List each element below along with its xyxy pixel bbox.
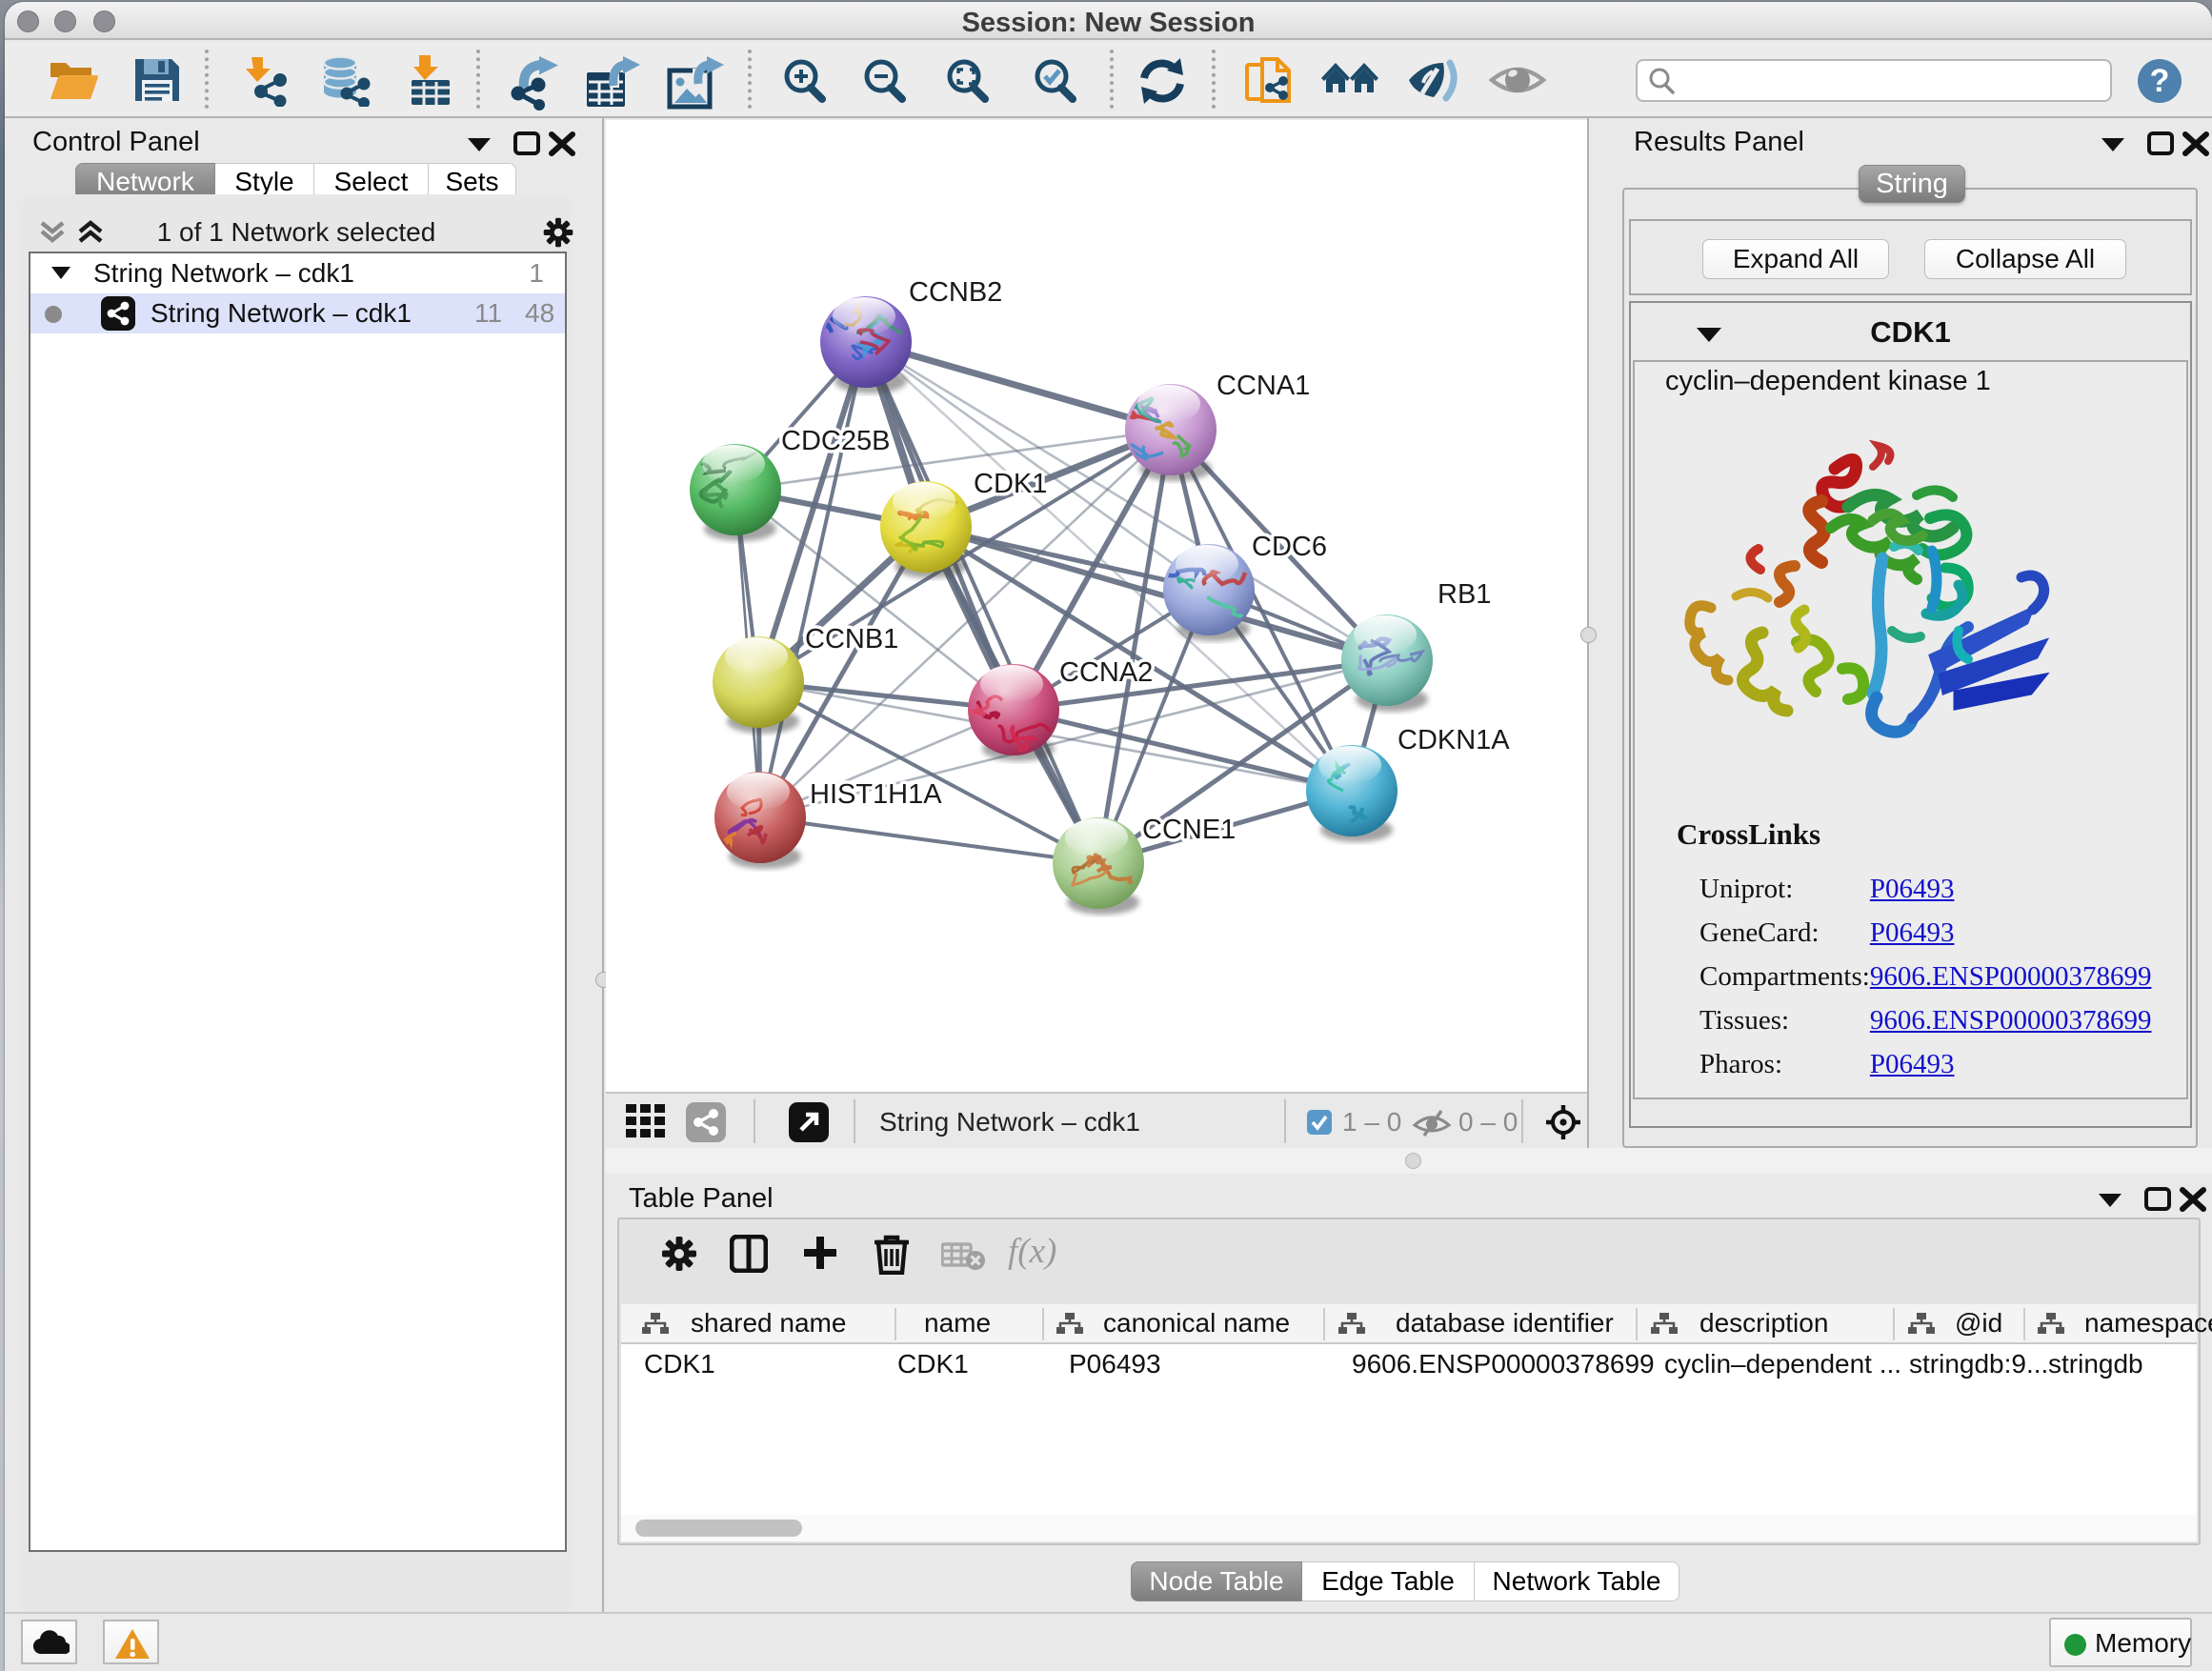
svg-text:HIST1H1A: HIST1H1A <box>810 779 942 810</box>
svg-text:?: ? <box>2150 63 2170 99</box>
svg-text:CCNA2: CCNA2 <box>1059 657 1153 688</box>
svg-text:CDKN1A: CDKN1A <box>1398 725 1510 755</box>
svg-text:CCNE1: CCNE1 <box>1142 815 1236 845</box>
svg-text:CDC6: CDC6 <box>1252 532 1327 562</box>
svg-text:RB1: RB1 <box>1438 579 1491 610</box>
svg-text:CDC25B: CDC25B <box>781 426 890 456</box>
svg-text:CDK1: CDK1 <box>974 469 1047 499</box>
svg-text:CCNA1: CCNA1 <box>1217 371 1310 401</box>
svg-text:CCNB2: CCNB2 <box>909 277 1002 308</box>
svg-text:CCNB1: CCNB1 <box>805 624 898 654</box>
